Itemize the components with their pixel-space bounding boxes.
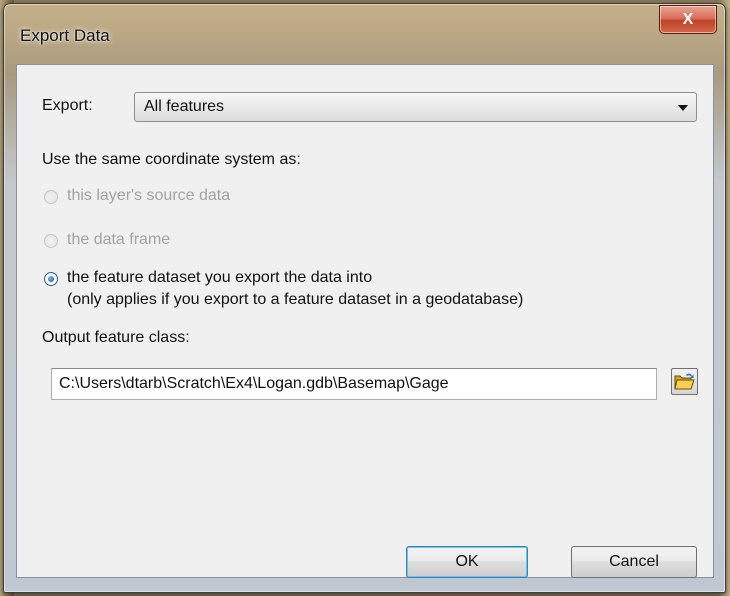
radio-source-data-label: this layer's source data [67,187,231,204]
radio-data-frame-label: the data frame [67,231,171,248]
radio-source-data[interactable] [44,190,58,204]
export-label: Export: [42,97,93,114]
radio-feature-dataset[interactable] [44,272,58,286]
output-path-input[interactable]: C:\Users\dtarb\Scratch\Ex4\Logan.gdb\Bas… [51,368,657,400]
ok-button[interactable]: OK [406,546,528,578]
chevron-down-icon [678,105,688,111]
dialog-title: Export Data [20,26,110,45]
radio-feature-dataset-label[interactable]: the feature dataset you export the data … [67,269,372,287]
open-folder-icon [674,373,695,390]
radio-feature-dataset-note: (only applies if you export to a feature… [67,291,524,308]
radio-data-frame[interactable] [44,234,58,248]
close-button[interactable]: X [659,5,717,34]
export-dropdown[interactable]: All features [134,92,697,122]
dialog-body: Export: All features Use the same coordi… [16,64,714,578]
output-feature-class-label: Output feature class: [42,329,190,346]
cancel-button[interactable]: Cancel [571,546,697,578]
browse-button[interactable] [671,368,698,395]
close-icon: X [682,10,694,28]
export-data-dialog: Export Data X Export: All features Use t… [3,3,726,593]
coordinate-system-label: Use the same coordinate system as: [42,151,301,168]
output-path-value: C:\Users\dtarb\Scratch\Ex4\Logan.gdb\Bas… [59,375,449,392]
export-dropdown-value: All features [144,98,225,115]
